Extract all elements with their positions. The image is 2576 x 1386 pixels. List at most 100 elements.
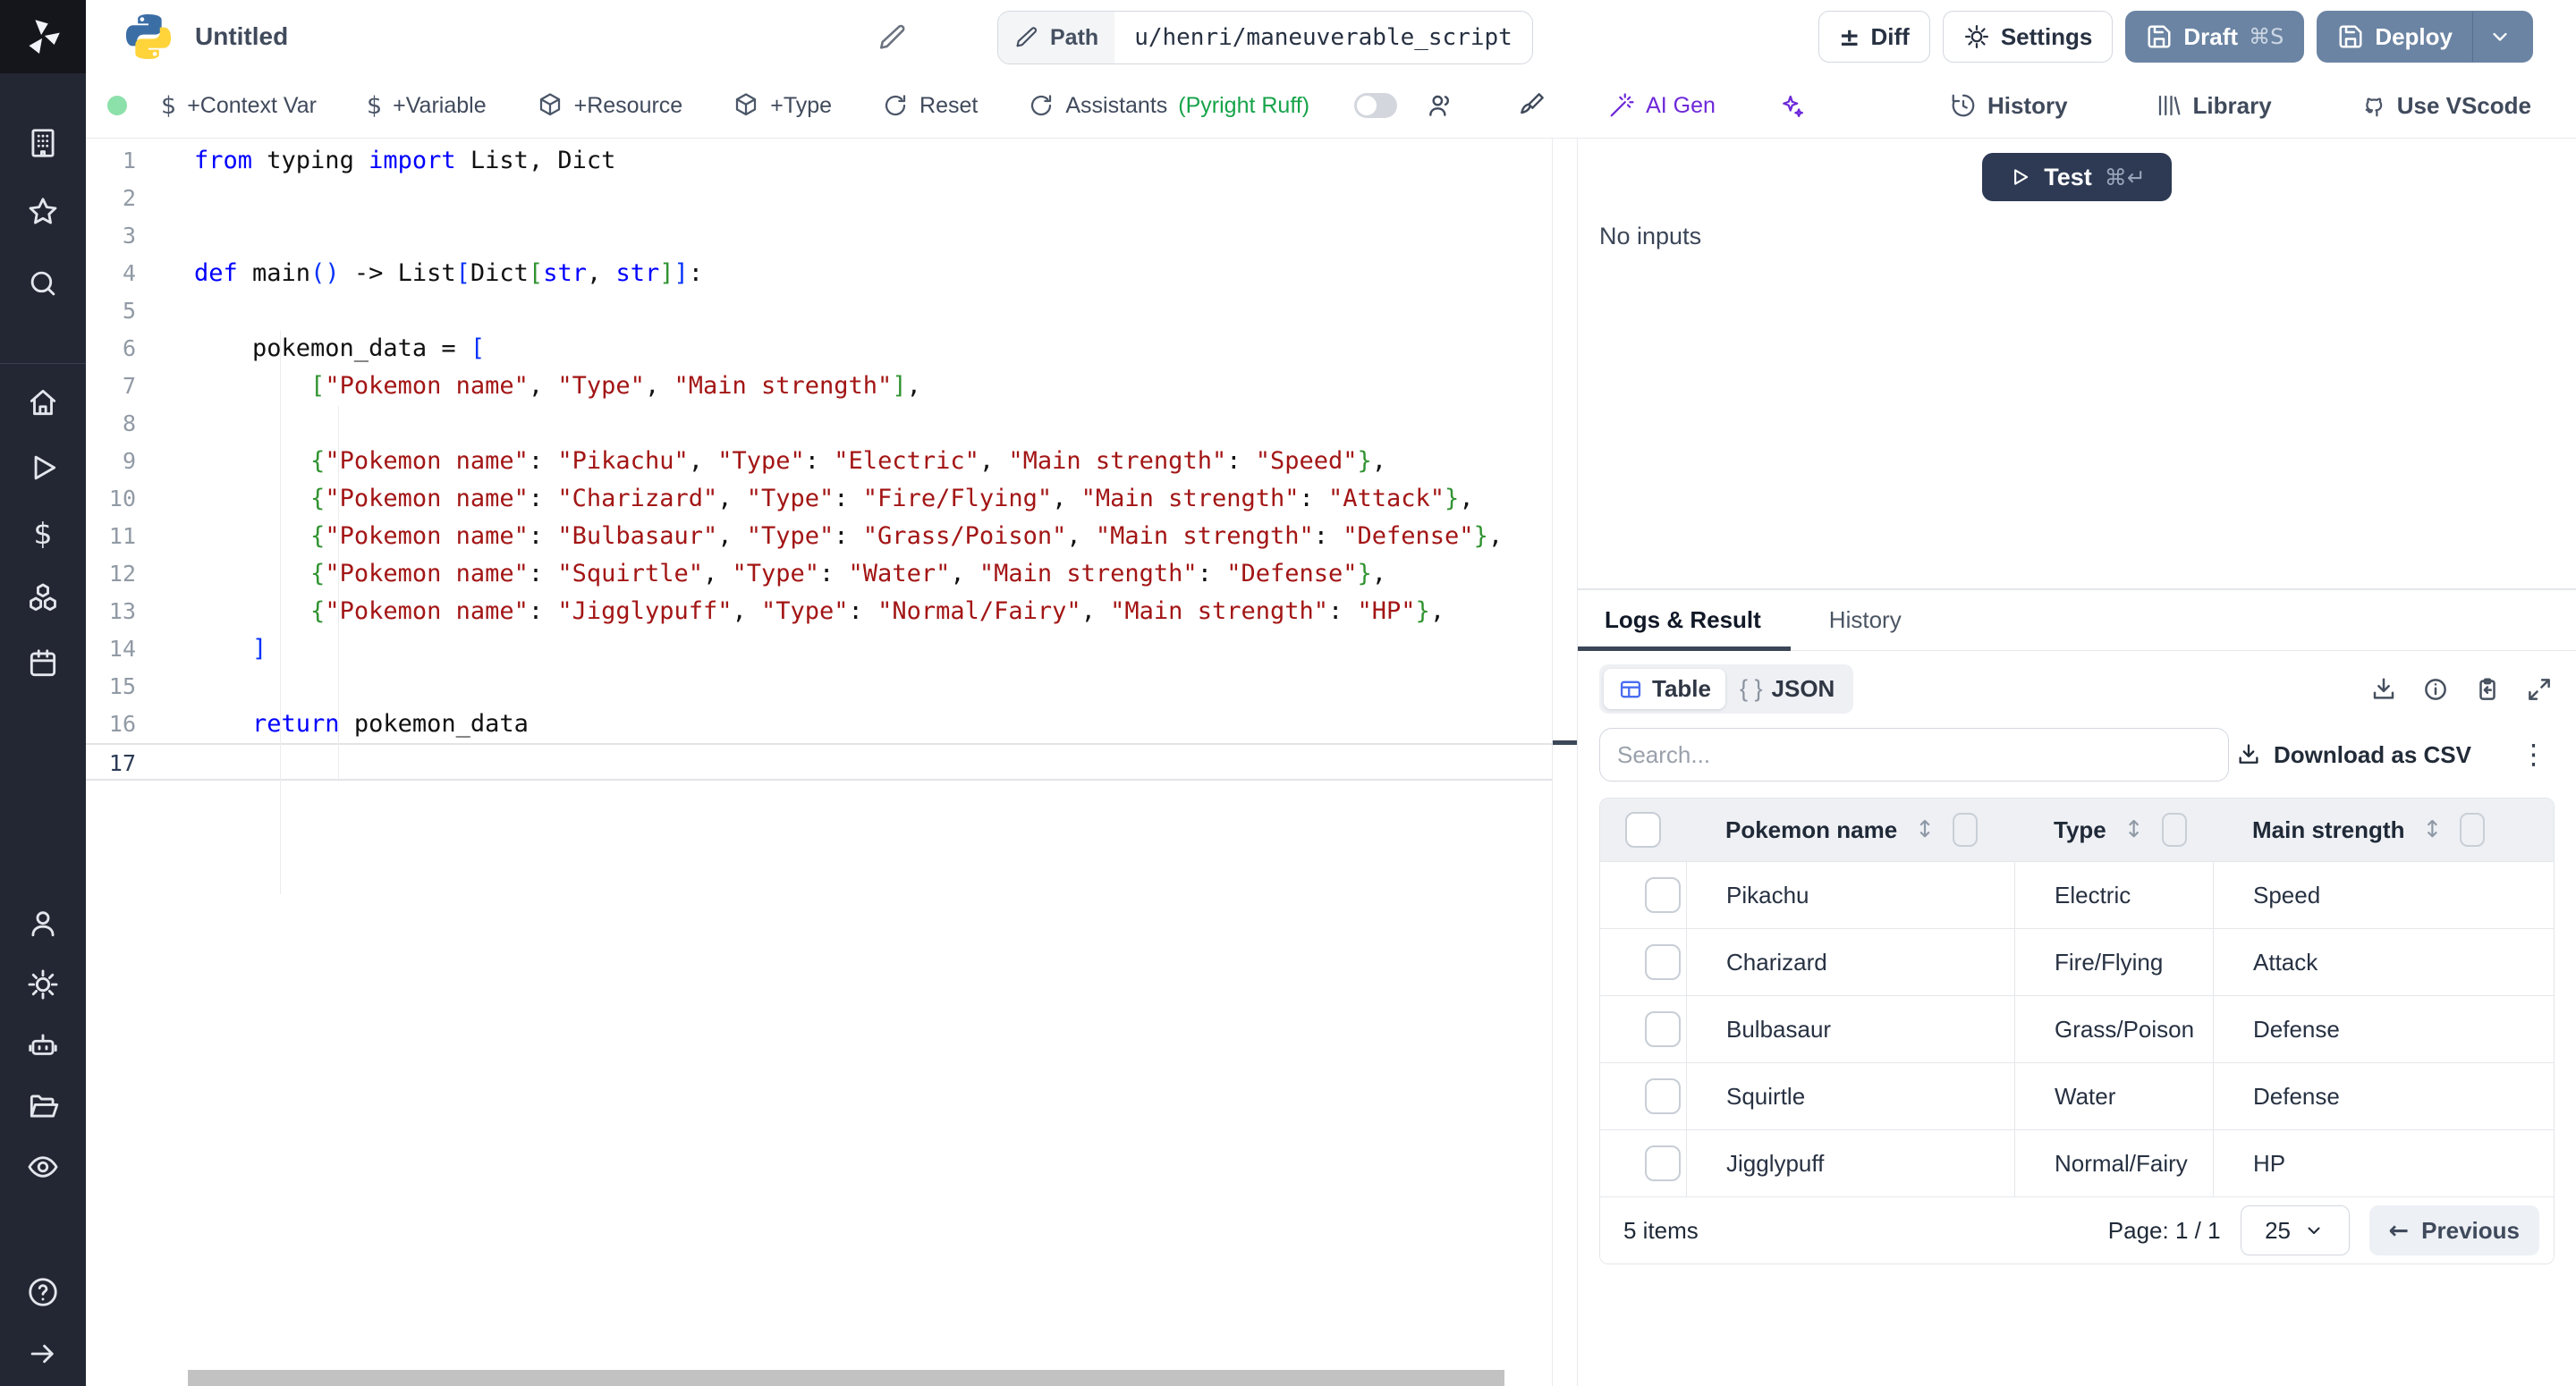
row-checkbox[interactable] bbox=[1645, 1145, 1681, 1181]
code-editor[interactable]: 1from typing import List, Dict234def mai… bbox=[86, 139, 1553, 1386]
sidebar-divider bbox=[0, 363, 86, 364]
add-resource-button[interactable]: +Resource bbox=[531, 91, 689, 120]
settings-button[interactable]: Settings bbox=[1943, 11, 2114, 63]
code-line[interactable]: 3 bbox=[86, 217, 1552, 255]
previous-page-button[interactable]: ← Previous bbox=[2369, 1205, 2539, 1255]
code-line[interactable]: 6 pokemon_data = [ bbox=[86, 330, 1552, 368]
code-line[interactable]: 15 bbox=[86, 668, 1552, 706]
code-line[interactable]: 2 bbox=[86, 180, 1552, 217]
row-checkbox[interactable] bbox=[1645, 1078, 1681, 1114]
code-line[interactable]: 17 bbox=[86, 743, 1552, 781]
sort-icon[interactable]: ↕ bbox=[1910, 816, 1940, 844]
line-number: 6 bbox=[86, 330, 136, 368]
draft-button[interactable]: Draft ⌘S bbox=[2125, 11, 2304, 63]
tab-history[interactable]: History bbox=[1824, 605, 1907, 635]
sidebar-item-runs[interactable] bbox=[25, 450, 61, 486]
sidebar-item-folders[interactable] bbox=[25, 1088, 61, 1124]
view-mode-json[interactable]: { } JSON bbox=[1725, 669, 1849, 709]
horizontal-scrollbar[interactable] bbox=[188, 1370, 1504, 1386]
sidebar-item-help[interactable] bbox=[25, 1274, 61, 1310]
code-line[interactable]: 16 return pokemon_data bbox=[86, 706, 1552, 743]
refresh-icon bbox=[1028, 92, 1055, 119]
diff-button[interactable]: ± Diff bbox=[1818, 11, 1930, 63]
sidebar-item-settings[interactable] bbox=[25, 967, 61, 1002]
add-context-var-button[interactable]: $ +Context Var bbox=[156, 91, 322, 121]
download-result-button[interactable] bbox=[2370, 676, 2397, 703]
add-type-button[interactable]: +Type bbox=[727, 91, 837, 120]
table-cell: Defense bbox=[2213, 1063, 2554, 1129]
sort-icon[interactable]: ↕ bbox=[2417, 816, 2447, 844]
home-icon bbox=[26, 385, 60, 419]
line-number: 5 bbox=[86, 292, 136, 330]
line-number: 17 bbox=[86, 745, 136, 779]
code-line[interactable]: 11 {"Pokemon name": "Bulbasaur", "Type":… bbox=[86, 518, 1552, 555]
tab-logs-result[interactable]: Logs & Result bbox=[1599, 605, 1767, 635]
result-info-button[interactable] bbox=[2422, 676, 2449, 703]
multiplayer-users-button[interactable] bbox=[1420, 90, 1460, 121]
sidebar-item-users[interactable] bbox=[25, 906, 61, 942]
multiplayer-toggle[interactable] bbox=[1354, 93, 1397, 118]
panel-splitter[interactable] bbox=[1553, 139, 1577, 1386]
table-cell: Defense bbox=[2213, 996, 2554, 1062]
sidebar-item-home[interactable] bbox=[25, 385, 61, 420]
row-checkbox[interactable] bbox=[1645, 877, 1681, 913]
indent-guide bbox=[338, 406, 339, 782]
code-line[interactable]: 7 ["Pokemon name", "Type", "Main strengt… bbox=[86, 368, 1552, 405]
braces-icon: { } bbox=[1740, 675, 1763, 703]
copy-result-button[interactable] bbox=[2474, 676, 2501, 703]
code-line[interactable]: 5 bbox=[86, 292, 1552, 330]
select-all-checkbox[interactable] bbox=[1625, 812, 1661, 848]
add-variable-button[interactable]: $ +Variable bbox=[361, 91, 492, 121]
code-line[interactable]: 14 ] bbox=[86, 630, 1552, 668]
deploy-button[interactable]: Deploy bbox=[2317, 11, 2533, 63]
sidebar-item-workers[interactable] bbox=[25, 1027, 61, 1063]
use-vscode-button[interactable]: Use VScode bbox=[2354, 91, 2537, 121]
code-line[interactable]: 9 {"Pokemon name": "Pikachu", "Type": "E… bbox=[86, 443, 1552, 480]
script-path-field[interactable]: Path u/henri/maneuverable_script bbox=[997, 11, 1533, 64]
code-line[interactable]: 8 bbox=[86, 405, 1552, 443]
expand-icon bbox=[2526, 676, 2553, 703]
search-input[interactable] bbox=[1599, 728, 2229, 782]
reset-button[interactable]: Reset bbox=[877, 91, 983, 120]
history-button[interactable]: History bbox=[1945, 91, 2073, 121]
chevron-down-icon[interactable] bbox=[2487, 24, 2512, 49]
line-number: 7 bbox=[86, 368, 136, 405]
view-mode-table[interactable]: Table bbox=[1604, 669, 1725, 709]
sidebar-item-variables[interactable]: $ bbox=[25, 515, 61, 551]
script-title[interactable]: Untitled bbox=[195, 22, 288, 51]
sidebar-item-resources[interactable] bbox=[25, 580, 61, 616]
code-line[interactable]: 4def main() -> List[Dict[str, str]]: bbox=[86, 255, 1552, 292]
table-cell: Electric bbox=[2014, 862, 2213, 928]
sidebar-collapse-toggle[interactable] bbox=[25, 1336, 61, 1372]
column-filter-box[interactable] bbox=[1953, 813, 1978, 847]
page-size-select[interactable]: 25 bbox=[2241, 1205, 2350, 1255]
code-line[interactable]: 13 {"Pokemon name": "Jigglypuff", "Type"… bbox=[86, 593, 1552, 630]
row-checkbox-cell bbox=[1600, 862, 1686, 928]
sort-icon[interactable]: ↕ bbox=[2119, 816, 2149, 844]
format-code-button[interactable] bbox=[1512, 90, 1551, 121]
edit-title-button[interactable] bbox=[872, 21, 904, 54]
column-filter-box[interactable] bbox=[2460, 813, 2485, 847]
code-line[interactable]: 12 {"Pokemon name": "Squirtle", "Type": … bbox=[86, 555, 1552, 593]
sidebar-item-search[interactable] bbox=[25, 266, 61, 301]
test-button[interactable]: Test ⌘↵ bbox=[1982, 153, 2172, 201]
sidebar-item-schedules[interactable] bbox=[25, 646, 61, 681]
row-checkbox[interactable] bbox=[1645, 944, 1681, 980]
ai-gen-button[interactable]: AI Gen bbox=[1603, 91, 1721, 120]
sidebar-item-favorites[interactable] bbox=[25, 194, 61, 230]
sidebar-item-audit-logs[interactable] bbox=[25, 1149, 61, 1185]
assistants-status[interactable]: Assistants (Pyright Ruff) bbox=[1022, 91, 1315, 120]
line-number: 11 bbox=[86, 518, 136, 555]
windmill-logo[interactable] bbox=[0, 0, 86, 73]
download-csv-button[interactable]: Download as CSV bbox=[2231, 740, 2477, 770]
paintbrush-icon bbox=[1517, 91, 1546, 120]
ai-sparkles-button[interactable] bbox=[1773, 91, 1810, 120]
row-checkbox[interactable] bbox=[1645, 1011, 1681, 1047]
library-button[interactable]: Library bbox=[2150, 91, 2277, 121]
code-line[interactable]: 10 {"Pokemon name": "Charizard", "Type":… bbox=[86, 480, 1552, 518]
table-options-button[interactable]: ⋮ bbox=[2514, 740, 2553, 770]
column-filter-box[interactable] bbox=[2162, 813, 2187, 847]
sidebar-item-workspace[interactable] bbox=[25, 125, 61, 161]
code-line[interactable]: 1from typing import List, Dict bbox=[86, 142, 1552, 180]
expand-result-button[interactable] bbox=[2526, 676, 2553, 703]
